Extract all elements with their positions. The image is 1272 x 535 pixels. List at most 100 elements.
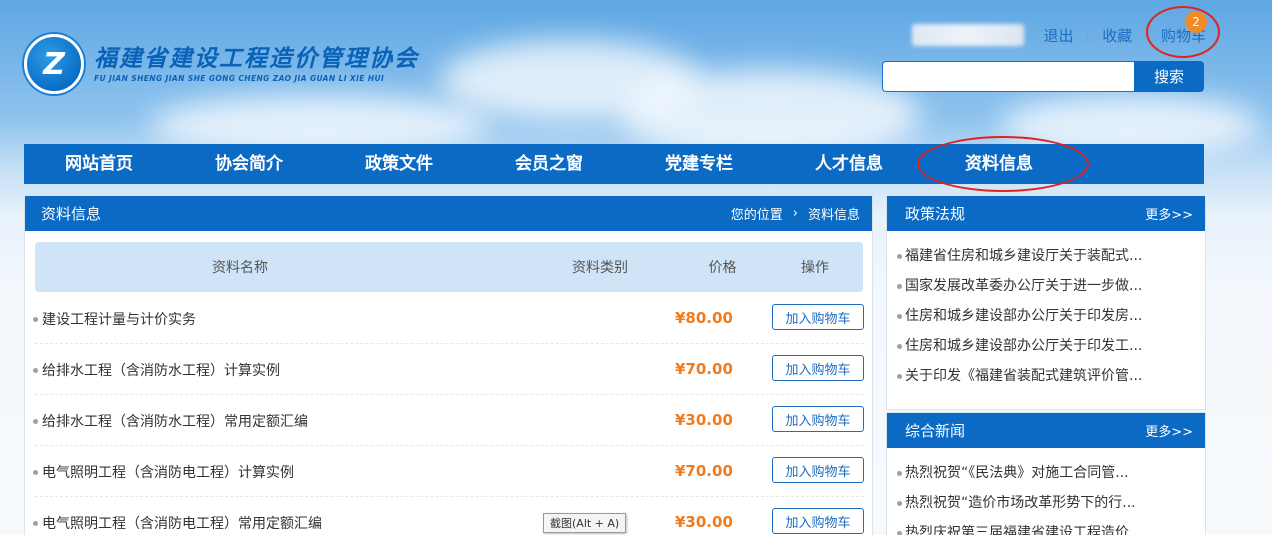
table-row: 电气照明工程（含消防电工程）常用定额汇编 ¥30.00 加入购物车 xyxy=(33,497,864,535)
material-price: ¥70.00 xyxy=(675,462,733,480)
table-row: 给排水工程（含消防水工程）常用定额汇编 ¥30.00 加入购物车 xyxy=(33,395,864,446)
bullet-icon xyxy=(897,253,902,259)
column-header-op: 操作 xyxy=(801,260,829,276)
material-price: ¥30.00 xyxy=(675,411,733,429)
bullet-icon xyxy=(33,418,38,424)
list-item-text[interactable]: 关于印发《福建省装配式建筑评价管... xyxy=(905,361,1142,391)
list-item-text[interactable]: 热烈庆祝第三届福建省建设工程造价... xyxy=(905,518,1142,535)
bullet-icon xyxy=(897,343,902,349)
logo-letter: Z xyxy=(43,46,65,82)
table-row: 电气照明工程（含消防电工程）计算实例 ¥70.00 加入购物车 xyxy=(33,446,864,497)
bullet-icon xyxy=(33,520,38,526)
column-header-type: 资料类别 xyxy=(572,260,628,276)
nav-item-policy[interactable]: 政策文件 xyxy=(324,144,474,184)
policy-header: 政策法规 更多>> xyxy=(887,196,1205,231)
add-to-cart-button[interactable]: 加入购物车 xyxy=(772,457,864,483)
material-name[interactable]: 给排水工程（含消防水工程）常用定额汇编 xyxy=(33,411,308,431)
material-price: ¥70.00 xyxy=(675,360,733,378)
nav-item-home[interactable]: 网站首页 xyxy=(24,144,174,184)
separator: | xyxy=(1085,27,1091,43)
table-header: 资料名称 资料类别 价格 操作 xyxy=(35,242,863,292)
annotation-circle-nav xyxy=(917,136,1089,192)
breadcrumb: 您的位置 › 资料信息 xyxy=(731,204,860,223)
bullet-icon xyxy=(33,469,38,475)
list-item[interactable]: 热烈祝贺“造价市场改革形势下的行... xyxy=(887,488,1205,518)
materials-table: 建设工程计量与计价实务 ¥80.00 加入购物车 给排水工程（含消防水工程）计算… xyxy=(25,293,874,535)
add-to-cart-button[interactable]: 加入购物车 xyxy=(772,304,864,330)
logo-text: 福建省建设工程造价管理协会 FU JIAN SHENG JIAN SHE GON… xyxy=(94,46,419,83)
materials-panel: 资料信息 您的位置 › 资料信息 资料名称 资料类别 价格 操作 建设工程计量与… xyxy=(24,195,873,535)
nav-item-about[interactable]: 协会简介 xyxy=(174,144,324,184)
list-item-text[interactable]: 福建省住房和城乡建设厅关于装配式... xyxy=(905,241,1142,271)
search-input[interactable] xyxy=(882,61,1134,92)
annotation-circle-cart xyxy=(1146,6,1220,58)
breadcrumb-current[interactable]: 资料信息 xyxy=(808,204,860,223)
site-name-cn: 福建省建设工程造价管理协会 xyxy=(94,45,419,72)
material-name[interactable]: 电气照明工程（含消防电工程）常用定额汇编 xyxy=(33,513,322,533)
column-header-price: 价格 xyxy=(708,260,737,276)
policy-title: 政策法规 xyxy=(905,205,966,223)
add-to-cart-button[interactable]: 加入购物车 xyxy=(772,508,864,534)
list-item-text[interactable]: 住房和城乡建设部办公厅关于印发房... xyxy=(905,301,1142,331)
news-more-link[interactable]: 更多>> xyxy=(1145,421,1193,440)
news-box: 综合新闻 更多>> 热烈祝贺“《民法典》对施工合同管... 热烈祝贺“造价市场改… xyxy=(886,412,1206,535)
page: Z 福建省建设工程造价管理协会 FU JIAN SHENG JIAN SHE G… xyxy=(0,0,1272,535)
table-row: 给排水工程（含消防水工程）计算实例 ¥70.00 加入购物车 xyxy=(33,344,864,395)
breadcrumb-label: 您的位置 xyxy=(730,208,783,223)
bullet-icon xyxy=(897,500,902,506)
list-item-text[interactable]: 热烈祝贺“造价市场改革形势下的行... xyxy=(905,488,1136,518)
policy-list: 福建省住房和城乡建设厅关于装配式... 国家发展改革委办公厅关于进一步做... … xyxy=(887,231,1205,391)
nav-item-talent[interactable]: 人才信息 xyxy=(774,144,924,184)
nav-item-members[interactable]: 会员之窗 xyxy=(474,144,624,184)
add-to-cart-button[interactable]: 加入购物车 xyxy=(772,355,864,381)
list-item-text[interactable]: 国家发展改革委办公厅关于进一步做... xyxy=(905,271,1142,301)
screenshot-tooltip: 截图(Alt + A) xyxy=(543,513,627,533)
material-name-text[interactable]: 电气照明工程（含消防电工程）常用定额汇编 xyxy=(42,513,322,533)
material-name-text[interactable]: 电气照明工程（含消防电工程）计算实例 xyxy=(42,462,294,482)
bullet-icon xyxy=(897,373,902,379)
material-price: ¥80.00 xyxy=(675,309,733,327)
site-name-en: FU JIAN SHENG JIAN SHE GONG CHENG ZAO JI… xyxy=(94,73,385,83)
breadcrumb-arrow-icon: › xyxy=(792,206,798,221)
list-item[interactable]: 热烈庆祝第三届福建省建设工程造价... xyxy=(887,518,1205,535)
bullet-icon xyxy=(897,470,902,476)
logo-emblem-icon: Z xyxy=(24,34,84,94)
material-name[interactable]: 电气照明工程（含消防电工程）计算实例 xyxy=(33,462,294,482)
list-item[interactable]: 福建省住房和城乡建设厅关于装配式... xyxy=(887,241,1205,271)
blurred-username xyxy=(911,24,1024,46)
policy-more-link[interactable]: 更多>> xyxy=(1145,204,1193,223)
favorites-link[interactable]: 收藏 xyxy=(1102,25,1132,46)
news-list: 热烈祝贺“《民法典》对施工合同管... 热烈祝贺“造价市场改革形势下的行... … xyxy=(887,448,1205,535)
policy-box: 政策法规 更多>> 福建省住房和城乡建设厅关于装配式... 国家发展改革委办公厅… xyxy=(886,195,1206,410)
search-bar: 搜索 xyxy=(882,61,1204,92)
add-to-cart-button[interactable]: 加入购物车 xyxy=(772,406,864,432)
bullet-icon xyxy=(897,313,902,319)
news-title: 综合新闻 xyxy=(905,422,966,440)
panel-header: 资料信息 您的位置 › 资料信息 xyxy=(25,196,872,231)
bullet-icon xyxy=(897,283,902,289)
site-logo[interactable]: Z 福建省建设工程造价管理协会 FU JIAN SHENG JIAN SHE G… xyxy=(24,34,419,94)
column-header-name: 资料名称 xyxy=(212,260,268,276)
material-name-text[interactable]: 建设工程计量与计价实务 xyxy=(42,309,196,329)
material-name[interactable]: 建设工程计量与计价实务 xyxy=(33,309,196,329)
material-name[interactable]: 给排水工程（含消防水工程）计算实例 xyxy=(33,360,280,380)
list-item[interactable]: 住房和城乡建设部办公厅关于印发房... xyxy=(887,301,1205,331)
table-row: 建设工程计量与计价实务 ¥80.00 加入购物车 xyxy=(33,293,864,344)
list-item[interactable]: 关于印发《福建省装配式建筑评价管... xyxy=(887,361,1205,391)
list-item[interactable]: 国家发展改革委办公厅关于进一步做... xyxy=(887,271,1205,301)
panel-title: 资料信息 xyxy=(41,205,102,223)
news-header: 综合新闻 更多>> xyxy=(887,413,1205,448)
material-price: ¥30.00 xyxy=(675,513,733,531)
list-item-text[interactable]: 热烈祝贺“《民法典》对施工合同管... xyxy=(905,458,1129,488)
search-button[interactable]: 搜索 xyxy=(1134,61,1204,92)
bullet-icon xyxy=(33,367,38,373)
bullet-icon xyxy=(33,316,38,322)
list-item-text[interactable]: 住房和城乡建设部办公厅关于印发工... xyxy=(905,331,1142,361)
material-name-text[interactable]: 给排水工程（含消防水工程）计算实例 xyxy=(42,360,280,380)
list-item[interactable]: 热烈祝贺“《民法典》对施工合同管... xyxy=(887,458,1205,488)
material-name-text[interactable]: 给排水工程（含消防水工程）常用定额汇编 xyxy=(42,411,308,431)
nav-item-party[interactable]: 党建专栏 xyxy=(624,144,774,184)
list-item[interactable]: 住房和城乡建设部办公厅关于印发工... xyxy=(887,331,1205,361)
bullet-icon xyxy=(897,530,902,535)
logout-link[interactable]: 退出 xyxy=(1044,25,1074,46)
